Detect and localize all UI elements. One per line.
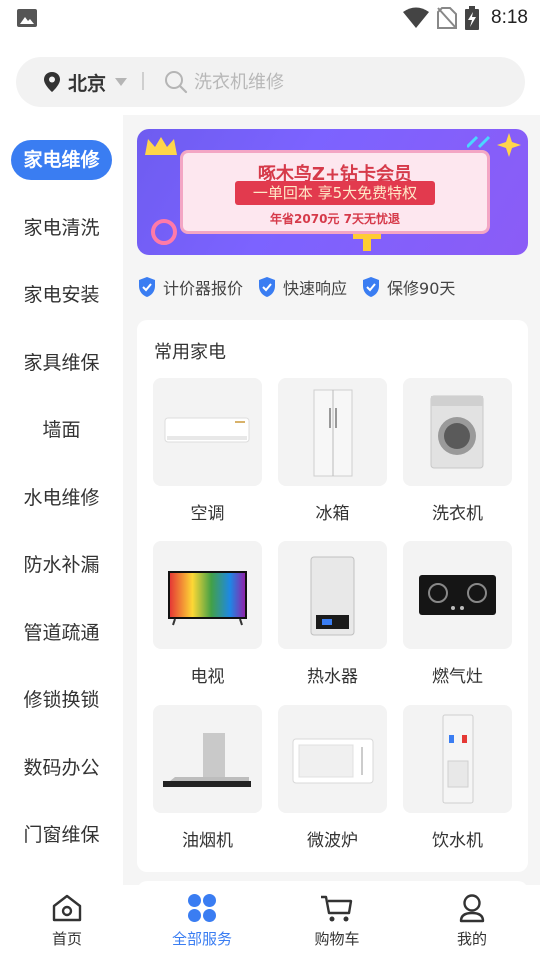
status-bar: 8:18 [0, 0, 540, 36]
nav-cart[interactable]: 购物车 [287, 893, 387, 949]
appliance-item-gas-stove[interactable]: 燃气灶 [403, 541, 512, 687]
sidebar-item-plumbing-electric[interactable]: 水电维修 [0, 476, 123, 520]
wifi-icon [403, 7, 430, 28]
appliance-item-range-hood[interactable]: 油烟机 [153, 705, 262, 851]
appliance-item-water-heater[interactable]: 热水器 [278, 541, 387, 687]
item-label: 冰箱 [315, 504, 350, 524]
feature-label: 快速响应 [283, 279, 348, 298]
sidebar-item-digital-office[interactable]: 数码办公 [0, 746, 123, 790]
item-label: 燃气灶 [432, 667, 483, 687]
appliance-item-microwave[interactable]: 微波炉 [278, 705, 387, 851]
water-dispenser-image [403, 705, 512, 813]
feature-label: 计价器报价 [163, 279, 244, 298]
status-icons: 8:18 [403, 5, 528, 31]
feature-warranty: 保修90天 [361, 275, 455, 299]
gas-stove-image [403, 541, 512, 649]
ring-decoration [151, 219, 177, 245]
membership-banner[interactable]: 啄木鸟Z+钻卡会员 一单回本 享5大免费特权 年省2070元 7天无忧退 [137, 129, 528, 255]
banner-subtitle: 年省2070元 7天无忧退 [270, 212, 400, 226]
sidebar-item-waterproofing[interactable]: 防水补漏 [0, 543, 123, 587]
sidebar-item-appliance-repair[interactable]: 家电维修 [0, 138, 123, 182]
washing-machine-image [403, 378, 512, 486]
service-features: 计价器报价 快速响应 保修90天 [137, 272, 528, 302]
item-label: 油烟机 [182, 831, 233, 851]
category-sidebar: 家电维修 家电清洗 家电安装 家具维保 墙面 水电维修 防水补漏 管道疏通 修锁… [0, 115, 123, 885]
sidebar-item-label: 水电维修 [23, 487, 100, 509]
sidebar-item-label: 管道疏通 [23, 622, 100, 644]
sidebar-item-label: 防水补漏 [23, 554, 100, 576]
city-selector[interactable]: 北京 [68, 69, 106, 96]
nav-label: 购物车 [314, 930, 360, 948]
sidebar-item-label: 家具维保 [23, 352, 100, 374]
shield-check-icon [259, 277, 276, 297]
no-sim-icon [437, 7, 458, 29]
cart-icon [321, 895, 353, 922]
sidebar-item-doors-windows[interactable]: 门窗维保 [0, 813, 123, 857]
microwave-image [278, 705, 387, 813]
sidebar-item-appliance-install[interactable]: 家电安装 [0, 273, 123, 317]
caret-down-icon[interactable] [115, 78, 127, 86]
sidebar-item-pipe-unclog[interactable]: 管道疏通 [0, 611, 123, 655]
sidebar-item-appliance-cleaning[interactable]: 家电清洗 [0, 206, 123, 250]
shield-check-icon [363, 277, 380, 297]
sidebar-item-label: 家电安装 [23, 284, 100, 306]
location-pin-icon[interactable] [43, 71, 61, 93]
fridge-image [278, 378, 387, 486]
sidebar-item-walls[interactable]: 墙面 [0, 408, 123, 452]
home-icon [52, 894, 82, 922]
search-icon [165, 71, 188, 94]
item-label: 洗衣机 [432, 504, 483, 524]
search-input[interactable] [194, 65, 494, 99]
appliance-item-air-conditioner[interactable]: 空调 [153, 378, 262, 524]
sidebar-item-label: 数码办公 [23, 757, 100, 779]
section-title: 常用家电 [154, 342, 226, 363]
feature-fast-response: 快速响应 [257, 275, 347, 299]
appliance-item-fridge[interactable]: 冰箱 [278, 378, 387, 524]
nav-label: 首页 [51, 930, 82, 948]
clover-grid-icon [188, 894, 216, 922]
sidebar-item-label: 家电维修 [11, 140, 112, 180]
air-conditioner-image [153, 378, 262, 486]
item-label: 饮水机 [432, 831, 483, 851]
nav-label: 我的 [456, 930, 487, 948]
sidebar-item-label: 家电清洗 [23, 217, 100, 239]
image-notification-icon [17, 9, 37, 27]
sidebar-item-furniture[interactable]: 家具维保 [0, 341, 123, 385]
item-label: 热水器 [307, 667, 358, 687]
crown-icon [145, 137, 177, 155]
sparkle-icon [497, 133, 521, 157]
banner-card: 啄木鸟Z+钻卡会员 一单回本 享5大免费特权 年省2070元 7天无忧退 [180, 150, 490, 234]
feature-pricing: 计价器报价 [137, 275, 243, 299]
feature-label: 保修90天 [387, 279, 456, 298]
nav-profile[interactable]: 我的 [422, 893, 522, 949]
battery-charging-icon [465, 6, 480, 30]
status-time: 8:18 [491, 7, 528, 28]
water-heater-image [278, 541, 387, 649]
sidebar-item-locks[interactable]: 修锁换锁 [0, 678, 123, 722]
search-divider [142, 72, 144, 90]
item-label: 空调 [190, 504, 225, 524]
user-icon [459, 894, 485, 923]
plus-decoration [353, 231, 381, 251]
nav-home[interactable]: 首页 [17, 893, 117, 949]
sidebar-item-label: 墙面 [42, 419, 81, 441]
stripe-decoration [467, 135, 491, 149]
common-appliances-card: 常用家电 空调 冰箱 洗衣机 电视 热水器 燃气灶 油烟机 微波炉 饮水机 [137, 320, 528, 872]
search-bar[interactable]: 北京 [16, 57, 525, 107]
item-label: 微波炉 [307, 831, 358, 851]
shield-check-icon [139, 277, 155, 297]
item-label: 电视 [190, 667, 225, 687]
nav-label: 全部服务 [171, 930, 232, 948]
appliance-item-tv[interactable]: 电视 [153, 541, 262, 687]
appliance-item-water-dispenser[interactable]: 饮水机 [403, 705, 512, 851]
nav-all-services[interactable]: 全部服务 [152, 893, 252, 949]
sidebar-item-label: 修锁换锁 [23, 689, 100, 711]
sidebar-item-label: 门窗维保 [23, 824, 100, 846]
appliance-item-washing-machine[interactable]: 洗衣机 [403, 378, 512, 524]
tv-image [153, 541, 262, 649]
banner-ribbon: 一单回本 享5大免费特权 [235, 181, 435, 205]
main-panel: 啄木鸟Z+钻卡会员 一单回本 享5大免费特权 年省2070元 7天无忧退 计价器… [123, 115, 540, 885]
range-hood-image [153, 705, 262, 813]
bottom-nav: 首页 全部服务 购物车 我的 [0, 885, 540, 960]
